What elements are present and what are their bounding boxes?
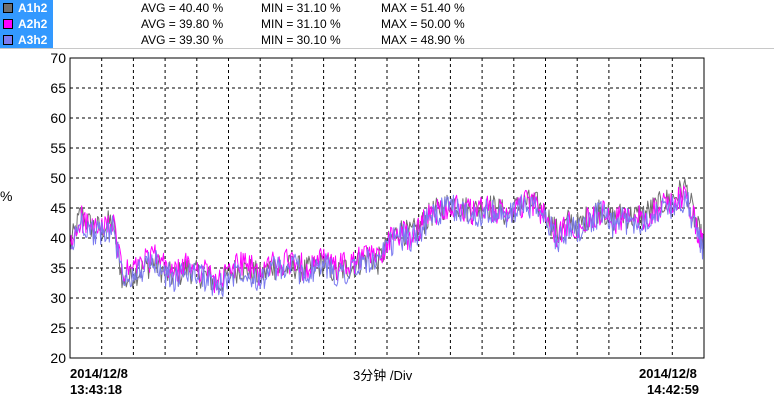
y-tick-label: 60	[50, 110, 66, 126]
end-time-label: 14:42:59	[647, 382, 700, 397]
end-date-label: 2014/12/8	[639, 366, 697, 381]
y-tick-label: 30	[50, 290, 66, 306]
start-time-label: 13:43:18	[70, 382, 123, 397]
y-tick-label: 70	[50, 50, 66, 66]
y-axis-label: %	[0, 188, 12, 204]
y-tick-label: 35	[50, 260, 66, 276]
y-tick-label: 65	[50, 80, 66, 96]
trend-chart: 20 25 30 35 40 45 50 55 60 65 70%	[0, 50, 705, 366]
y-tick-label: 50	[50, 170, 66, 186]
y-tick-label: 40	[50, 230, 66, 246]
start-date-label: 2014/12/8	[70, 366, 128, 381]
y-tick-label: 45	[50, 200, 66, 216]
y-tick-label: 25	[50, 320, 66, 336]
y-tick-label: 20	[50, 350, 66, 366]
y-tick-label: 55	[50, 140, 66, 156]
time-division-label: 3分钟 /Div	[353, 368, 413, 383]
